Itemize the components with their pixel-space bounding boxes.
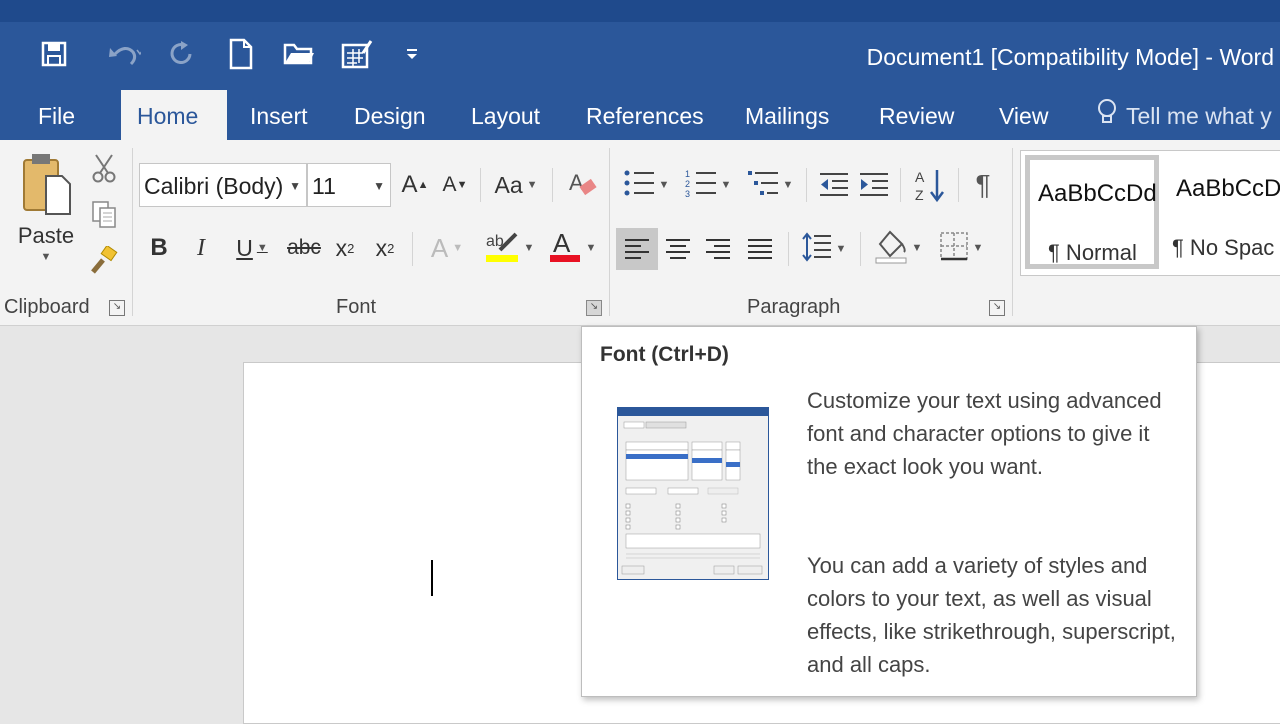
tell-me-box[interactable]: Tell me what y	[1096, 90, 1272, 140]
style-no-spacing[interactable]: AaBbCcD ¶ No Spac	[1167, 155, 1280, 269]
font-size-value: 11	[312, 173, 336, 199]
multilevel-list-button[interactable]: ▼	[742, 165, 798, 205]
numbering-icon: 123	[685, 168, 717, 203]
customize-qat-icon[interactable]	[402, 38, 422, 70]
svg-text:A: A	[553, 228, 571, 258]
tab-home[interactable]: Home	[121, 90, 227, 140]
svg-text:3: 3	[685, 189, 690, 198]
save-icon[interactable]	[36, 38, 72, 70]
clipboard-launcher-icon[interactable]: ↘	[109, 300, 125, 316]
tab-view[interactable]: View	[983, 90, 1064, 140]
line-spacing-icon	[801, 231, 832, 267]
tooltip-title: Font (Ctrl+D)	[600, 343, 729, 366]
tab-layout[interactable]: Layout	[455, 90, 556, 140]
clear-formatting-icon[interactable]: A	[566, 165, 600, 203]
ribbon-home: Paste ▼ Clipboard ↘ Calibri (Body) ▼ 11 ▼ …	[0, 140, 1280, 326]
paste-icon	[18, 150, 74, 221]
svg-text:Z: Z	[915, 187, 924, 203]
svg-text:A: A	[569, 170, 584, 195]
align-left-icon[interactable]	[616, 228, 658, 270]
svg-text:2: 2	[685, 179, 690, 189]
underline-button[interactable]: U ▼	[226, 230, 278, 266]
style-normal[interactable]: AaBbCcDd ¶ Normal	[1025, 155, 1159, 269]
tab-mailings[interactable]: Mailings	[729, 90, 845, 140]
tooltip-paragraph-2: You can add a variety of styles and colo…	[807, 553, 1176, 677]
svg-text:1: 1	[685, 169, 690, 179]
font-color-button[interactable]: A ▼	[544, 228, 600, 268]
paste-label: Paste	[17, 223, 75, 248]
bold-button[interactable]: B	[144, 230, 174, 266]
shrink-font-icon[interactable]: A ▼	[438, 167, 472, 203]
font-group-label: Font	[336, 296, 377, 318]
bullets-button[interactable]: ▼	[618, 165, 674, 205]
undo-icon[interactable]	[96, 38, 152, 70]
paragraph-group-label: Paragraph	[747, 296, 841, 318]
borders-button[interactable]: ▼	[932, 226, 990, 270]
numbering-button[interactable]: 1 2 3 ▼	[680, 165, 736, 205]
ribbon-tabs: File Home Insert Design Layout Reference…	[0, 90, 1280, 140]
subscript-button[interactable]: x2	[330, 230, 360, 266]
tab-references[interactable]: References	[570, 90, 720, 140]
font-tooltip: Font (Ctrl+D) Customize your text using …	[581, 326, 1197, 697]
change-case-button[interactable]: Aa ▼	[488, 167, 544, 203]
tooltip-paragraph-1: Customize your text using advanced font …	[807, 388, 1162, 479]
paragraph-launcher-icon[interactable]: ↘	[989, 300, 1005, 316]
style-no-spacing-name: ¶ No Spac	[1172, 235, 1275, 260]
highlight-color-button[interactable]: ab ▼	[480, 228, 538, 268]
format-painter-icon[interactable]	[88, 244, 120, 276]
cut-icon[interactable]	[88, 152, 120, 184]
text-effects-button[interactable]: A ▼	[422, 230, 472, 266]
font-dialog-preview-image	[617, 407, 769, 580]
borders-icon	[939, 231, 969, 266]
lightbulb-icon	[1096, 92, 1118, 144]
italic-button[interactable]: I	[186, 230, 216, 266]
align-center-icon[interactable]	[658, 228, 698, 270]
style-normal-name: ¶ Normal	[1048, 240, 1137, 265]
font-size-combo[interactable]: 11 ▼	[307, 163, 391, 207]
text-cursor	[431, 560, 433, 596]
show-formatting-marks-icon[interactable]: ¶	[966, 165, 1000, 205]
tab-file[interactable]: File	[22, 90, 91, 140]
increase-indent-icon[interactable]	[856, 165, 892, 205]
window-title: Document1 [Compatibility Mode] - Word	[866, 44, 1274, 70]
new-document-icon[interactable]	[226, 38, 256, 70]
justify-icon[interactable]	[740, 228, 780, 270]
style-no-spacing-sample: AaBbCcD	[1176, 175, 1280, 202]
decrease-indent-icon[interactable]	[816, 165, 852, 205]
open-folder-icon[interactable]	[282, 38, 316, 70]
highlighter-icon: ab	[484, 228, 520, 269]
svg-text:A: A	[915, 169, 925, 185]
multilevel-list-icon	[747, 168, 779, 203]
strikethrough-button[interactable]: abc	[284, 230, 324, 266]
paint-bucket-icon	[874, 228, 908, 269]
touch-mode-icon[interactable]	[340, 38, 374, 70]
change-case-label: Aa	[494, 171, 523, 198]
font-name-value: Calibri (Body)	[144, 173, 284, 199]
styles-gallery: AaBbCcDd ¶ Normal AaBbCcD ¶ No Spac	[1020, 150, 1280, 276]
font-name-combo[interactable]: Calibri (Body) ▼	[139, 163, 307, 207]
tab-insert[interactable]: Insert	[234, 90, 324, 140]
sort-icon[interactable]: AZ	[910, 165, 950, 205]
redo-icon[interactable]	[166, 38, 198, 70]
font-dialog-launcher-icon[interactable]: ↘	[586, 300, 602, 316]
bullets-icon	[623, 168, 655, 203]
superscript-button[interactable]: x2	[370, 230, 400, 266]
grow-font-icon[interactable]: A ▲	[398, 167, 432, 203]
shading-button[interactable]: ▼	[868, 226, 928, 270]
tell-me-text: Tell me what y	[1126, 103, 1272, 129]
title-bar: Document1 [Compatibility Mode] - Word	[0, 0, 1280, 90]
clipboard-group-label: Clipboard	[4, 296, 90, 318]
paste-button[interactable]: Paste ▼	[14, 150, 78, 295]
align-right-icon[interactable]	[698, 228, 738, 270]
tab-design[interactable]: Design	[338, 90, 442, 140]
copy-icon[interactable]	[88, 198, 120, 230]
line-spacing-button[interactable]: ▼	[796, 228, 852, 270]
font-color-icon: A	[548, 228, 582, 269]
tab-review[interactable]: Review	[863, 90, 970, 140]
